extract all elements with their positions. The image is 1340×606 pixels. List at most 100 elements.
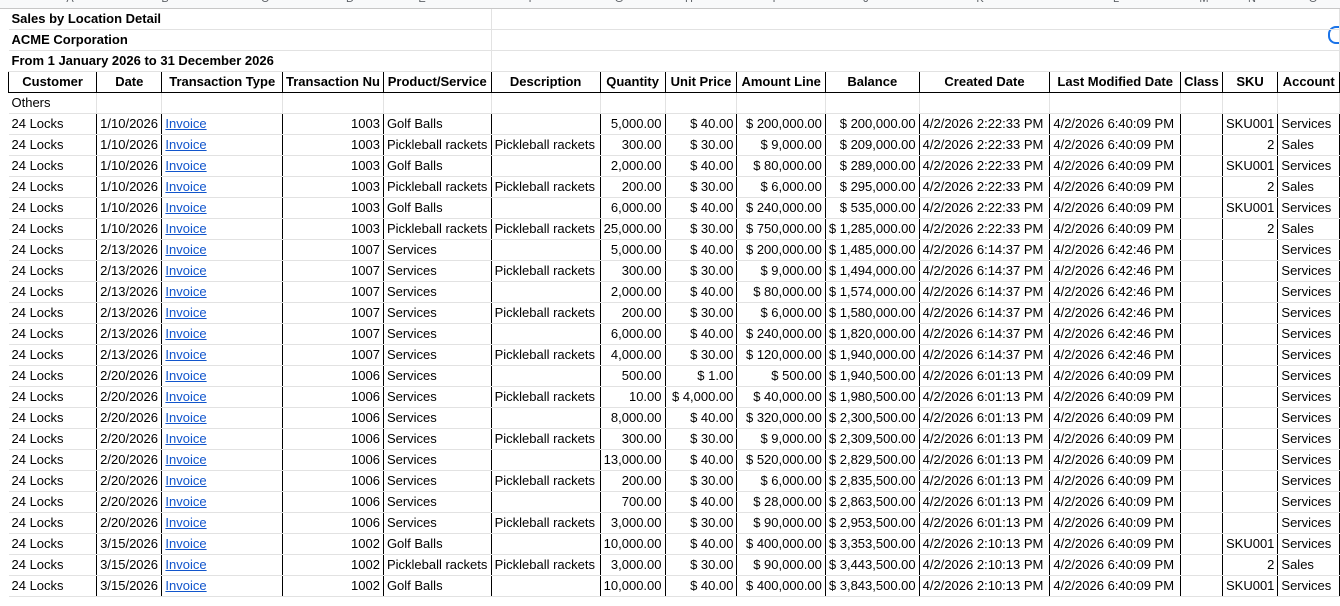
table-cell[interactable]: Pickleball rackets (491, 260, 601, 282)
table-cell[interactable]: 2/20/2026 (96, 449, 163, 471)
table-cell[interactable]: $ 1,940,500.00 (825, 365, 920, 387)
table-cell[interactable]: 4/2/2026 6:40:09 PM (1049, 449, 1182, 471)
table-cell[interactable]: 10,000.00 (600, 533, 666, 555)
table-cell[interactable]: Golf Balls (383, 155, 492, 177)
table-cell[interactable]: 4/2/2026 2:10:13 PM (919, 554, 1051, 576)
table-cell[interactable]: 4/2/2026 6:01:13 PM (919, 470, 1051, 492)
table-cell[interactable]: $ 9,000.00 (736, 260, 826, 282)
table-cell[interactable]: $ 90,000.00 (736, 554, 826, 576)
table-cell[interactable]: Pickleball rackets (383, 554, 492, 576)
header-cell[interactable]: Transaction Type (161, 71, 284, 93)
table-cell[interactable]: 2/20/2026 (96, 512, 163, 534)
table-cell[interactable]: 4/2/2026 6:14:37 PM (919, 344, 1051, 366)
table-cell[interactable]: Services (1277, 386, 1340, 408)
table-cell[interactable]: $ 1,485,000.00 (825, 239, 920, 261)
empty-cell[interactable] (825, 92, 920, 114)
table-cell[interactable]: Services (1277, 302, 1340, 324)
column-letter-h[interactable]: H (650, 0, 728, 5)
column-letter-a[interactable]: A (8, 0, 132, 5)
column-letter-i[interactable]: I (728, 0, 820, 5)
invoice-link[interactable]: Invoice (165, 284, 206, 299)
table-cell[interactable]: Services (383, 470, 492, 492)
table-cell[interactable]: $ 40,000.00 (736, 386, 826, 408)
table-cell[interactable] (491, 239, 601, 261)
table-cell[interactable]: Services (1277, 407, 1340, 429)
table-cell[interactable]: 1006 (282, 449, 384, 471)
table-cell[interactable]: Services (1277, 449, 1340, 471)
table-cell[interactable]: Pickleball rackets (383, 218, 492, 240)
header-cell[interactable]: Class (1180, 71, 1223, 93)
header-cell[interactable]: Created Date (918, 71, 1051, 93)
table-cell[interactable]: Pickleball rackets (491, 428, 601, 450)
table-cell[interactable]: $ 40.00 (665, 491, 738, 513)
transaction-type-cell[interactable]: Invoice (161, 302, 284, 324)
table-cell[interactable]: Services (383, 491, 492, 513)
table-row[interactable]: 24 Locks 2/20/2026 Invoice 1006 Services 500.… (8, 365, 1340, 387)
table-cell[interactable]: $ 1.00 (665, 365, 738, 387)
table-cell[interactable]: 1003 (282, 134, 384, 156)
table-cell[interactable]: 1/10/2026 (96, 197, 163, 219)
table-cell[interactable]: $ 30.00 (665, 302, 738, 324)
column-letter-e[interactable]: E (368, 0, 476, 5)
table-cell[interactable]: Services (383, 323, 492, 345)
table-cell[interactable]: 24 Locks (8, 218, 98, 240)
table-cell[interactable]: Services (1277, 113, 1340, 135)
header-cell[interactable]: Transaction Nu (282, 71, 384, 93)
table-cell[interactable]: $ 320,000.00 (736, 407, 826, 429)
invoice-link[interactable]: Invoice (165, 158, 206, 173)
table-cell[interactable]: 8,000.00 (600, 407, 666, 429)
table-cell[interactable] (1180, 554, 1223, 576)
table-cell[interactable]: $ 30.00 (665, 134, 738, 156)
table-row[interactable]: 24 Locks 1/10/2026 Invoice 1003 Golf Balls 6,… (8, 197, 1340, 219)
table-cell[interactable] (1222, 344, 1279, 366)
table-cell[interactable]: 2 (1222, 176, 1279, 198)
table-cell[interactable]: 1003 (282, 113, 384, 135)
empty-cell[interactable] (919, 92, 1051, 114)
table-cell[interactable]: 4/2/2026 6:40:09 PM (1049, 113, 1182, 135)
empty-cell[interactable] (1180, 92, 1223, 114)
invoice-link[interactable]: Invoice (165, 263, 206, 278)
table-cell[interactable]: $ 30.00 (665, 218, 738, 240)
table-cell[interactable]: 1/10/2026 (96, 218, 163, 240)
table-cell[interactable]: Services (1277, 512, 1340, 534)
invoice-link[interactable]: Invoice (165, 326, 206, 341)
transaction-type-cell[interactable]: Invoice (161, 323, 284, 345)
header-cell[interactable]: Product/Service (382, 71, 492, 93)
table-cell[interactable] (1180, 134, 1223, 156)
table-cell[interactable]: Golf Balls (383, 533, 492, 555)
table-cell[interactable]: $ 30.00 (665, 428, 738, 450)
transaction-type-cell[interactable]: Invoice (161, 260, 284, 282)
table-cell[interactable]: 6,000.00 (600, 323, 666, 345)
empty-cell[interactable] (1049, 92, 1182, 114)
table-cell[interactable] (491, 491, 601, 513)
table-cell[interactable] (491, 407, 601, 429)
table-cell[interactable] (1222, 470, 1279, 492)
table-row[interactable]: 24 Locks 2/13/2026 Invoice 1007 Services Pick… (8, 302, 1340, 324)
invoice-link[interactable]: Invoice (165, 473, 206, 488)
column-letter-f[interactable]: F (476, 0, 588, 5)
table-cell[interactable]: 24 Locks (8, 470, 98, 492)
table-cell[interactable] (491, 575, 601, 597)
table-cell[interactable]: Services (383, 365, 492, 387)
table-cell[interactable]: 2 (1222, 218, 1279, 240)
table-cell[interactable]: 2/13/2026 (96, 260, 163, 282)
table-row[interactable]: 24 Locks 2/20/2026 Invoice 1006 Services 8,00… (8, 407, 1340, 429)
transaction-type-cell[interactable]: Invoice (161, 533, 284, 555)
table-cell[interactable]: $ 209,000.00 (825, 134, 920, 156)
table-cell[interactable]: $ 80,000.00 (736, 281, 826, 303)
table-cell[interactable]: 4/2/2026 2:22:33 PM (919, 176, 1051, 198)
table-cell[interactable]: 1006 (282, 428, 384, 450)
table-cell[interactable]: $ 4,000.00 (665, 386, 738, 408)
table-cell[interactable]: 1006 (282, 491, 384, 513)
table-row[interactable]: 24 Locks 2/13/2026 Invoice 1007 Services Pick… (8, 260, 1340, 282)
transaction-type-cell[interactable]: Invoice (161, 449, 284, 471)
table-cell[interactable]: $ 40.00 (665, 407, 738, 429)
table-cell[interactable]: Golf Balls (383, 197, 492, 219)
table-cell[interactable]: $ 295,000.00 (825, 176, 920, 198)
table-cell[interactable]: 4/2/2026 6:40:09 PM (1049, 218, 1182, 240)
table-cell[interactable]: Services (383, 302, 492, 324)
transaction-type-cell[interactable]: Invoice (161, 113, 284, 135)
table-cell[interactable]: 2/20/2026 (96, 428, 163, 450)
table-cell[interactable]: 4/2/2026 6:40:09 PM (1049, 554, 1182, 576)
column-letter-c[interactable]: C (198, 0, 332, 5)
